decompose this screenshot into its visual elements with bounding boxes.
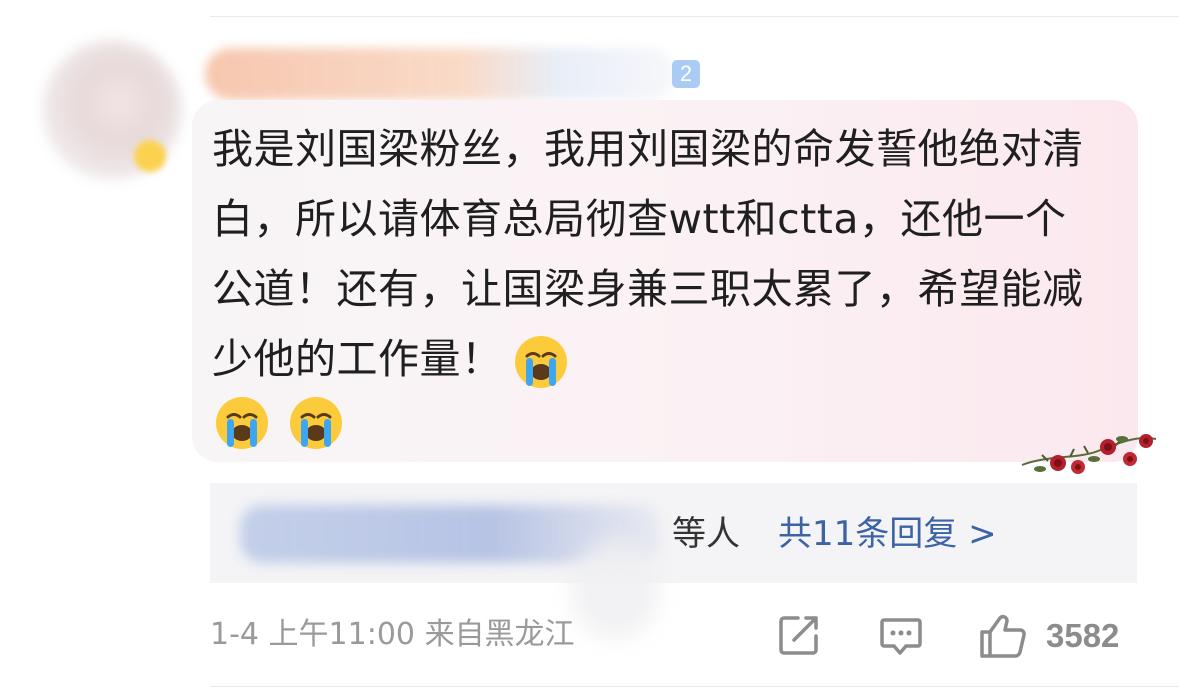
view-replies-link[interactable]: 共11条回复 > xyxy=(778,510,997,558)
comment-icon xyxy=(880,618,922,655)
comment-meta: 1-4 上午11:00 来自黑龙江 xyxy=(210,613,575,657)
crying-face-icon xyxy=(290,397,342,449)
rose-decoration-icon xyxy=(1021,434,1157,474)
crying-face-icon xyxy=(513,334,569,390)
comment-card: 2 我是刘国梁粉丝，我用刘国梁的命发誓他绝对清白，所以请体育总局彻查wtt和ct… xyxy=(0,0,1179,693)
comment-body: 我是刘国梁粉丝，我用刘国梁的命发誓他绝对清白，所以请体育总局彻查wtt和ctta… xyxy=(212,114,1107,394)
replies-others-label: 等人 xyxy=(672,514,740,554)
comment-time: 上午11:00 xyxy=(268,617,416,652)
comment-date: 1-4 xyxy=(210,617,259,652)
divider-bottom xyxy=(210,686,1179,687)
thumbs-up-icon xyxy=(980,614,1026,658)
comment-button[interactable] xyxy=(878,612,924,658)
level-badge: 2 xyxy=(672,60,700,88)
share-button[interactable] xyxy=(776,612,822,658)
emoji-row xyxy=(214,395,344,451)
crying-face-icon xyxy=(216,397,268,449)
username-blurred[interactable] xyxy=(205,48,675,100)
blur-smudge xyxy=(570,540,660,640)
divider-top xyxy=(210,16,1179,17)
like-count: 3582 xyxy=(1046,617,1120,654)
comment-location: 来自黑龙江 xyxy=(424,617,575,652)
verified-badge-icon xyxy=(134,140,166,172)
share-icon xyxy=(779,616,818,655)
comment-text: 我是刘国梁粉丝，我用刘国梁的命发誓他绝对清白，所以请体育总局彻查wtt和ctta… xyxy=(212,125,1084,383)
like-button[interactable] xyxy=(978,612,1028,660)
